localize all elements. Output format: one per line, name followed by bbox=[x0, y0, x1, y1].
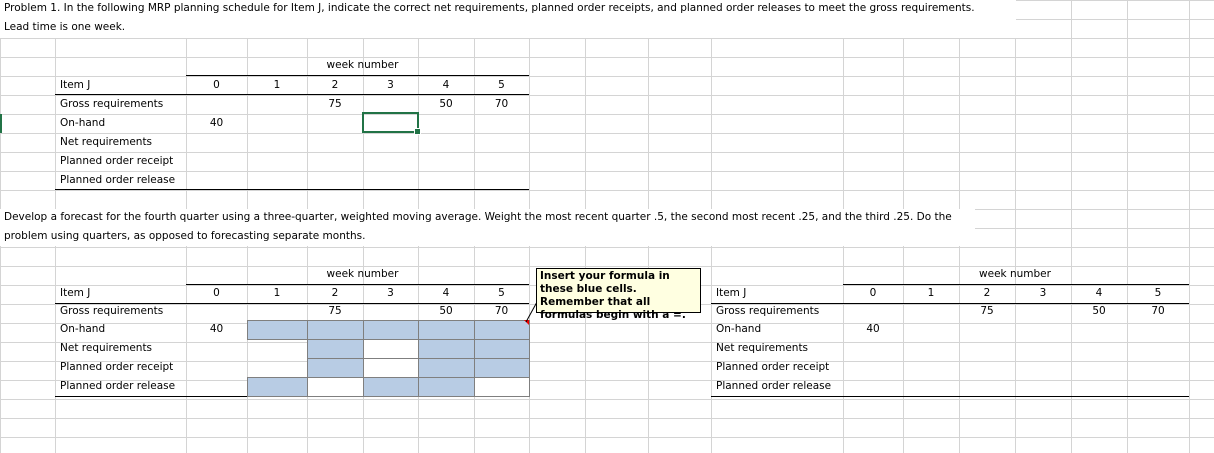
table3-onhand-label: On-hand bbox=[716, 323, 762, 335]
table1-week-1: 1 bbox=[273, 79, 281, 91]
table2-net-label: Net requirements bbox=[60, 342, 153, 354]
net-w5-input[interactable] bbox=[474, 339, 530, 359]
table3-week-3: 3 bbox=[1039, 287, 1047, 299]
table1-receipt-label: Planned order receipt bbox=[60, 155, 174, 167]
net-w3-cell[interactable] bbox=[363, 339, 419, 359]
table2-receipt-label: Planned order receipt bbox=[60, 361, 174, 373]
table1-gross-label: Gross requirements bbox=[60, 98, 164, 110]
receipt-w3-cell[interactable] bbox=[363, 358, 419, 378]
column-line bbox=[1189, 0, 1190, 453]
table3-week-4: 4 bbox=[1095, 287, 1103, 299]
onhand-w4-input[interactable] bbox=[418, 320, 475, 340]
table1-onhand-w0: 40 bbox=[209, 117, 224, 129]
table1-gross-w5: 70 bbox=[494, 98, 509, 110]
table2-gross-label: Gross requirements bbox=[60, 305, 164, 317]
table2-week-header: week number bbox=[326, 268, 399, 280]
table3-onhand-w0: 40 bbox=[866, 323, 880, 335]
table2-week-0: 0 bbox=[213, 287, 220, 299]
table3-week-1: 1 bbox=[927, 287, 935, 299]
receipt-w5-input[interactable] bbox=[474, 358, 530, 378]
net-w2-input[interactable] bbox=[307, 339, 364, 359]
column-line bbox=[1015, 0, 1016, 453]
release-w3-input[interactable] bbox=[363, 377, 419, 397]
receipt-w2-input[interactable] bbox=[307, 358, 364, 378]
table3-week-header: week number bbox=[979, 268, 1051, 280]
problem-line-1: Problem 1. In the following MRP planning… bbox=[4, 2, 975, 14]
table1-week-4: 4 bbox=[442, 79, 450, 91]
forecast-line-1: Develop a forecast for the fourth quarte… bbox=[4, 211, 952, 223]
receipt-w4-input[interactable] bbox=[418, 358, 475, 378]
table3-bottom-rule bbox=[711, 396, 1189, 397]
table3-gross-label: Gross requirements bbox=[716, 305, 820, 317]
table3-gross-w4: 50 bbox=[1092, 305, 1106, 317]
table1-week-header: week number bbox=[326, 59, 399, 71]
selected-cell[interactable] bbox=[362, 112, 421, 135]
table1-net-label: Net requirements bbox=[60, 136, 153, 148]
table3-release-label: Planned order release bbox=[716, 380, 832, 392]
table1-onhand-label: On-hand bbox=[60, 117, 106, 129]
active-row-marker bbox=[0, 114, 2, 133]
table2-release-label: Planned order release bbox=[60, 380, 176, 392]
onhand-w1-input[interactable] bbox=[247, 320, 308, 340]
table1-gross-w2: 75 bbox=[328, 98, 342, 110]
table3-net-label: Net requirements bbox=[716, 342, 809, 354]
table1-release-label: Planned order release bbox=[60, 174, 176, 186]
table3-gross-w5: 70 bbox=[1151, 305, 1165, 317]
onhand-w3-input[interactable] bbox=[363, 320, 419, 340]
table1-gross-w4: 50 bbox=[439, 98, 453, 110]
problem-line-2: Lead time is one week. bbox=[4, 21, 126, 33]
table3-item-label: Item J bbox=[716, 287, 747, 299]
table2-week-2: 2 bbox=[331, 287, 339, 299]
table2-week-5: 5 bbox=[498, 287, 505, 299]
table3-week-5: 5 bbox=[1154, 287, 1162, 299]
table3-week-0: 0 bbox=[869, 287, 877, 299]
table2-item-label: Item J bbox=[60, 287, 91, 299]
table1-week-0: 0 bbox=[213, 79, 220, 91]
release-w5-cell[interactable] bbox=[474, 377, 530, 397]
table2-gross-w4: 50 bbox=[439, 305, 453, 317]
release-w4-input[interactable] bbox=[418, 377, 475, 397]
table1-week-2: 2 bbox=[331, 79, 339, 91]
table1-week-3: 3 bbox=[387, 79, 394, 91]
table2-week-4: 4 bbox=[442, 287, 450, 299]
release-w2-cell[interactable] bbox=[307, 377, 364, 397]
table1-item-label: Item J bbox=[60, 79, 91, 91]
table2-onhand-label: On-hand bbox=[60, 323, 106, 335]
table2-onhand-w0: 40 bbox=[209, 323, 224, 335]
forecast-line-2: problem using quarters, as opposed to fo… bbox=[4, 230, 366, 242]
comment-note: Insert your formula in these blue cells.… bbox=[536, 268, 701, 321]
table3-gross-w2: 75 bbox=[980, 305, 994, 317]
table2-gross-w2: 75 bbox=[328, 305, 342, 317]
table2-week-1: 1 bbox=[273, 287, 281, 299]
column-line bbox=[1071, 0, 1072, 453]
table3-week-2: 2 bbox=[983, 287, 991, 299]
onhand-w2-input[interactable] bbox=[307, 320, 364, 340]
table2-gross-w5: 70 bbox=[494, 305, 509, 317]
table1-week-5: 5 bbox=[498, 79, 505, 91]
column-line bbox=[1127, 0, 1128, 453]
onhand-w5-input[interactable] bbox=[474, 320, 530, 340]
release-w1-input[interactable] bbox=[247, 377, 308, 397]
net-w4-input[interactable] bbox=[418, 339, 475, 359]
table2-week-3: 3 bbox=[387, 287, 394, 299]
table3-receipt-label: Planned order receipt bbox=[716, 361, 830, 373]
